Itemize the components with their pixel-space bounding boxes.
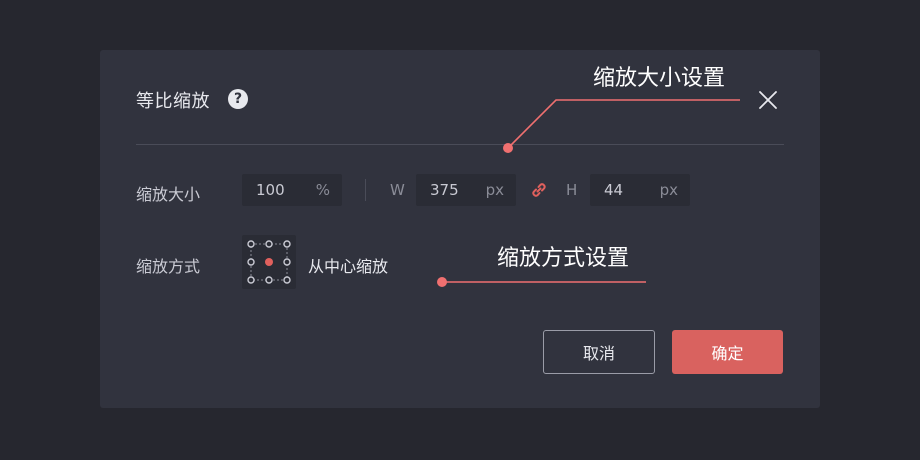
scale-callout-dot bbox=[503, 143, 513, 153]
mode-callout-dot bbox=[437, 277, 447, 287]
annotation-lines bbox=[437, 99, 740, 287]
scale-setting-annotation: 缩放大小设置 bbox=[593, 66, 726, 91]
scale-callout-line bbox=[507, 99, 740, 149]
mode-setting-annotation: 缩放方式设置 bbox=[497, 246, 630, 271]
